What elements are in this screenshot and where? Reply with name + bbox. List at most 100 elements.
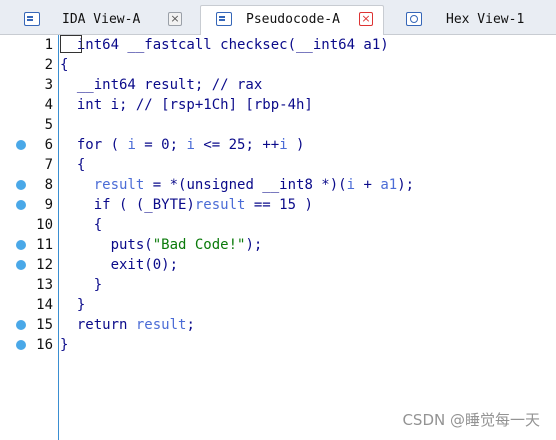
code-token: a1 <box>380 177 398 193</box>
code-token: } <box>60 337 69 353</box>
code-line[interactable]: 11 puts("Bad Code!"); <box>0 235 556 255</box>
close-icon[interactable]: × <box>359 12 373 26</box>
line-number: 4 <box>44 97 53 113</box>
text-cursor <box>60 35 82 53</box>
code-text[interactable]: } <box>60 336 68 354</box>
watermark: CSDN @睡觉每一天 <box>402 411 540 429</box>
tab-hex-view-label: Hex View-1 <box>446 12 525 27</box>
code-token: puts( <box>60 237 153 253</box>
code-line[interactable]: 4 int i; // [rsp+1Ch] [rbp-4h] <box>0 95 556 115</box>
code-text[interactable]: { <box>60 156 85 174</box>
code-line[interactable]: 15 return result; <box>0 315 556 335</box>
code-token: exit(0); <box>60 257 179 273</box>
code-token: ) <box>287 137 305 153</box>
code-token: { <box>60 57 69 73</box>
code-token: } <box>60 297 86 313</box>
code-token: = 0; <box>135 137 187 153</box>
code-token: { <box>60 157 86 173</box>
code-text[interactable]: puts("Bad Code!"); <box>60 236 263 254</box>
line-number: 2 <box>44 57 53 73</box>
code-line[interactable]: 3 __int64 result; // rax <box>0 75 556 95</box>
line-number: 8 <box>44 177 53 193</box>
code-token: result <box>194 197 246 213</box>
hex-view-icon <box>406 12 422 26</box>
line-number: 5 <box>44 117 53 133</box>
code-text[interactable]: result = *(unsigned __int8 *)(i + a1); <box>60 176 414 194</box>
code-text[interactable]: int i; // [rsp+1Ch] [rbp-4h] <box>60 96 313 114</box>
code-token: "Bad Code!" <box>152 237 246 253</box>
code-line[interactable]: 9 if ( (_BYTE)result == 15 ) <box>0 195 556 215</box>
breakpoint-dot-icon[interactable] <box>16 180 26 190</box>
breakpoint-dot-icon[interactable] <box>16 140 26 150</box>
code-token: = *(unsigned __int8 *)( <box>144 177 347 193</box>
line-number: 3 <box>44 77 53 93</box>
breakpoint-dot-icon[interactable] <box>16 260 26 270</box>
pseudocode-editor[interactable]: 1 __int64 __fastcall checksec(__int64 a1)… <box>0 35 556 440</box>
code-text[interactable]: __int64 result; // rax <box>60 76 262 94</box>
line-number: 6 <box>44 137 53 153</box>
tab-ida-view[interactable]: IDA View-A × <box>24 6 194 34</box>
line-number: 11 <box>36 237 53 253</box>
code-token: <= 25; ++ <box>194 137 280 153</box>
code-token: + <box>355 177 381 193</box>
code-text[interactable]: { <box>60 56 68 74</box>
breakpoint-dot-icon[interactable] <box>16 240 26 250</box>
line-number: 1 <box>44 37 53 53</box>
code-token: ); <box>245 237 263 253</box>
code-token: for ( <box>60 137 128 153</box>
code-text[interactable]: } <box>60 276 102 294</box>
breakpoint-dot-icon[interactable] <box>16 340 26 350</box>
line-number: 12 <box>36 257 53 273</box>
close-icon[interactable]: × <box>168 12 182 26</box>
pseudocode-icon <box>216 12 232 26</box>
code-token: i <box>346 177 356 193</box>
tab-pseudocode-label: Pseudocode-A <box>246 12 340 27</box>
breakpoint-dot-icon[interactable] <box>16 320 26 330</box>
code-line[interactable]: 6 for ( i = 0; i <= 25; ++i ) <box>0 135 556 155</box>
code-token: __int64 result; // rax <box>60 77 263 93</box>
code-token: i <box>279 137 288 153</box>
tab-hex-view[interactable]: Hex View-1 <box>406 6 556 34</box>
tab-bar: IDA View-A × Pseudocode-A × Hex View-1 <box>0 0 556 35</box>
breakpoint-dot-icon[interactable] <box>16 200 26 210</box>
code-text[interactable]: } <box>60 296 85 314</box>
code-line[interactable]: 1 __int64 __fastcall checksec(__int64 a1) <box>0 35 556 55</box>
code-token: ; <box>186 317 195 333</box>
code-line[interactable]: 8 result = *(unsigned __int8 *)(i + a1); <box>0 175 556 195</box>
line-number: 10 <box>36 217 53 233</box>
line-number: 15 <box>36 317 53 333</box>
code-line[interactable]: 16} <box>0 335 556 355</box>
line-number: 13 <box>36 277 53 293</box>
code-token: return <box>60 317 136 333</box>
code-token: result <box>135 317 187 333</box>
line-number: 9 <box>44 197 53 213</box>
line-number: 7 <box>44 157 53 173</box>
code-text[interactable]: if ( (_BYTE)result == 15 ) <box>60 196 313 214</box>
code-token: result <box>93 177 145 193</box>
code-token: } <box>60 277 103 293</box>
code-token: == 15 ) <box>245 197 313 213</box>
code-line[interactable]: 7 { <box>0 155 556 175</box>
code-text[interactable]: __int64 __fastcall checksec(__int64 a1) <box>60 36 389 54</box>
code-token: if ( (_BYTE) <box>60 197 195 213</box>
code-line[interactable]: 2{ <box>0 55 556 75</box>
code-token: __int64 __fastcall checksec(__int64 a1) <box>60 37 389 53</box>
code-line[interactable]: 5 <box>0 115 556 135</box>
code-token: ); <box>397 177 415 193</box>
code-text[interactable]: exit(0); <box>60 256 178 274</box>
code-line[interactable]: 10 { <box>0 215 556 235</box>
code-token: i <box>127 137 136 153</box>
tab-pseudocode[interactable]: Pseudocode-A × <box>200 5 384 35</box>
code-token: int i; // [rsp+1Ch] [rbp-4h] <box>60 97 313 113</box>
code-line[interactable]: 13 } <box>0 275 556 295</box>
code-text[interactable]: { <box>60 216 102 234</box>
code-token: { <box>60 217 103 233</box>
code-line[interactable]: 12 exit(0); <box>0 255 556 275</box>
code-token: i <box>186 137 195 153</box>
code-line[interactable]: 14 } <box>0 295 556 315</box>
code-text[interactable]: for ( i = 0; i <= 25; ++i ) <box>60 136 305 154</box>
ida-view-icon <box>24 12 40 26</box>
code-text[interactable]: return result; <box>60 316 195 334</box>
tab-ida-view-label: IDA View-A <box>62 12 141 27</box>
